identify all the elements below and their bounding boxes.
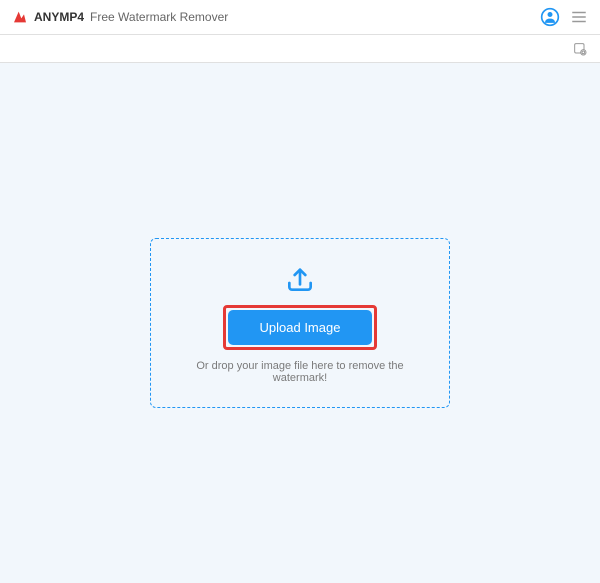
drop-instruction-text: Or drop your image file here to remove t… [171, 360, 429, 384]
brand-subtitle: Free Watermark Remover [90, 10, 228, 24]
upload-dropzone[interactable]: Upload Image Or drop your image file her… [150, 238, 450, 408]
header: ANYMP4 Free Watermark Remover [0, 0, 600, 35]
brand: ANYMP4 Free Watermark Remover [12, 9, 228, 25]
upload-icon [284, 263, 316, 295]
main-area: Upload Image Or drop your image file her… [0, 63, 600, 583]
upload-button-highlight: Upload Image [223, 305, 378, 350]
settings-icon[interactable] [572, 41, 588, 57]
header-right [540, 7, 588, 27]
brand-logo-icon [12, 9, 28, 25]
toolbar [0, 35, 600, 63]
main-inner: Upload Image Or drop your image file her… [14, 77, 586, 569]
hamburger-menu-icon[interactable] [570, 8, 588, 26]
upload-image-button[interactable]: Upload Image [228, 310, 373, 345]
user-icon[interactable] [540, 7, 560, 27]
brand-name: ANYMP4 [34, 10, 84, 24]
